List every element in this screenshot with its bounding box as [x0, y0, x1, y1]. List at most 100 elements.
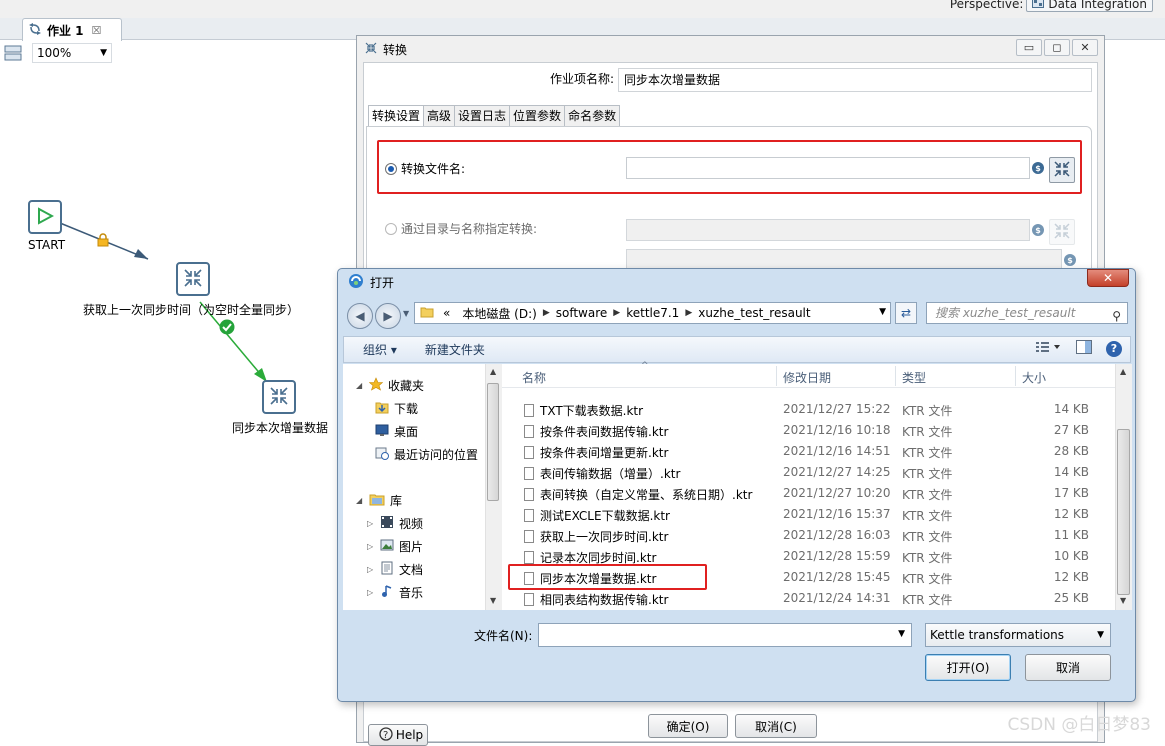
nav-music[interactable]: ▷ 音乐 — [367, 584, 423, 601]
expand-icon[interactable]: ◢ — [356, 381, 364, 390]
file-row[interactable]: 测试EXCLE下载数据.ktr 2021/12/16 15:37 KTR 文件 … — [502, 504, 1115, 525]
zoom-select[interactable]: 100% ▼ — [32, 43, 112, 63]
nav-pictures[interactable]: ▷ 图片 — [367, 538, 423, 555]
file-row[interactable]: 按条件表间增量更新.ktr 2021/12/16 14:51 KTR 文件 28… — [502, 441, 1115, 462]
browse-repository-button[interactable] — [1049, 219, 1075, 245]
chevron-right-icon[interactable]: ▶ — [613, 308, 620, 318]
name-input[interactable] — [626, 249, 1062, 269]
breadcrumb-drive[interactable]: 本地磁盘 (D:) — [456, 305, 542, 322]
maximize-button[interactable]: ◻ — [1044, 39, 1070, 56]
file-row[interactable]: 相同表结构数据传输.ktr 2021/12/24 14:31 KTR 文件 25… — [502, 588, 1115, 609]
collapse-icon[interactable]: ▷ — [367, 542, 375, 551]
column-size[interactable]: 大小 — [1022, 369, 1046, 386]
file-size: 12 KB — [1053, 570, 1089, 584]
scroll-up-icon[interactable]: ▲ — [490, 367, 496, 376]
filetype-select[interactable]: Kettle transformations ▼ — [925, 623, 1111, 647]
collapse-icon[interactable]: ▷ — [367, 519, 375, 528]
dialog-title: 转换 — [383, 42, 408, 57]
nav-videos[interactable]: ▷ 视频 — [367, 515, 423, 532]
file-row[interactable]: 表间转换（自定义常量、系统日期）.ktr 2021/12/27 10:20 KT… — [502, 483, 1115, 504]
file-row[interactable]: 获取上一次同步时间.ktr 2021/12/28 16:03 KTR 文件 11… — [502, 525, 1115, 546]
start-node[interactable] — [28, 200, 62, 234]
column-divider[interactable] — [1015, 366, 1016, 386]
close-button[interactable]: ✕ — [1087, 269, 1129, 287]
transformation-icon — [269, 386, 289, 409]
open-button[interactable]: 打开(O) — [925, 654, 1011, 681]
directory-input[interactable] — [626, 219, 1030, 241]
radio-directory[interactable]: 通过目录与名称指定转换: — [385, 220, 537, 237]
address-prefix[interactable]: « — [437, 306, 456, 320]
column-divider[interactable] — [776, 366, 777, 386]
forward-button[interactable]: ▶ — [375, 303, 401, 329]
nav-documents[interactable]: ▷ 文档 — [367, 561, 423, 578]
scroll-up-icon[interactable]: ▲ — [1120, 367, 1126, 376]
nav-recent[interactable]: 最近访问的位置 — [375, 446, 478, 463]
column-date[interactable]: 修改日期 — [783, 369, 831, 386]
file-row[interactable]: TXT下载表数据.ktr 2021/12/27 15:22 KTR 文件 14 … — [502, 399, 1115, 420]
column-type[interactable]: 类型 — [902, 369, 926, 386]
scroll-down-icon[interactable]: ▼ — [490, 596, 496, 605]
zoom-value: 100% — [37, 46, 72, 60]
help-icon[interactable]: ? — [1106, 340, 1122, 357]
jobname-input[interactable]: 同步本次增量数据 — [618, 68, 1092, 92]
tab-advanced[interactable]: 高级 — [423, 105, 456, 127]
file-date: 2021/12/16 14:51 — [783, 444, 891, 458]
collapse-icon[interactable]: ▷ — [367, 588, 375, 597]
collapse-icon[interactable]: ▷ — [367, 565, 375, 574]
file-list-scroll-thumb[interactable] — [1117, 429, 1130, 595]
file-name: 测试EXCLE下载数据.ktr — [540, 509, 670, 523]
tab-transformation-settings[interactable]: 转换设置 — [368, 105, 425, 128]
sync-increment-node[interactable] — [262, 380, 296, 414]
perspective-button[interactable]: Data Integration — [1026, 0, 1153, 12]
address-bar[interactable]: « 本地磁盘 (D:) ▶ software ▶ kettle7.1 ▶ xuz… — [414, 302, 891, 324]
nav-scroll-thumb[interactable] — [487, 383, 499, 501]
expand-icon[interactable]: ◢ — [356, 496, 364, 505]
grid-icon[interactable] — [4, 45, 22, 61]
tab-close-icon[interactable]: ☒ — [92, 24, 102, 37]
file-row[interactable]: 表间传输数据（增量）.ktr 2021/12/27 14:25 KTR 文件 1… — [502, 462, 1115, 483]
chevron-down-icon[interactable]: ▼ — [879, 307, 886, 317]
back-button[interactable]: ◀ — [347, 303, 373, 329]
search-input[interactable]: 搜索 xuzhe_test_resault ⚲ — [926, 302, 1128, 324]
close-button[interactable]: ✕ — [1072, 39, 1098, 56]
scroll-down-icon[interactable]: ▼ — [1120, 596, 1126, 605]
nav-libraries[interactable]: ◢ 库 — [356, 492, 402, 509]
tab-logging[interactable]: 设置日志 — [454, 105, 511, 127]
chevron-right-icon[interactable]: ▶ — [543, 308, 550, 318]
get-last-sync-node[interactable] — [176, 262, 210, 296]
open-cancel-button[interactable]: 取消 — [1025, 654, 1111, 681]
tab-positional-params[interactable]: 位置参数 — [509, 105, 566, 127]
nav-desktop[interactable]: 桌面 — [375, 423, 418, 440]
nav-downloads[interactable]: 下载 — [375, 400, 418, 417]
star-icon — [368, 377, 384, 394]
search-icon[interactable]: ⚲ — [1112, 306, 1121, 326]
chevron-down-icon[interactable]: ▼ — [1097, 624, 1104, 646]
file-size: 28 KB — [1053, 444, 1089, 458]
refresh-icon: ⇄ — [900, 306, 912, 320]
file-row[interactable]: 按条件表间数据传输.ktr 2021/12/16 10:18 KTR 文件 27… — [502, 420, 1115, 441]
preview-pane-icon[interactable] — [1076, 340, 1092, 357]
tab-job-1[interactable]: 作业 1 ☒ — [22, 18, 122, 41]
chevron-down-icon[interactable]: ▼ — [898, 629, 905, 639]
chevron-right-icon[interactable]: ▶ — [685, 308, 692, 318]
radio-unselected[interactable] — [385, 222, 397, 235]
breadcrumb-folder[interactable]: xuzhe_test_resault — [692, 306, 816, 320]
file-size: 17 KB — [1053, 486, 1089, 500]
view-options-icon[interactable] — [1036, 341, 1062, 356]
file-icon — [524, 425, 534, 438]
ok-button[interactable]: 确定(O) — [648, 714, 728, 738]
breadcrumb-software[interactable]: software — [550, 306, 614, 320]
minimize-button[interactable]: ▭ — [1016, 39, 1042, 56]
organize-button[interactable]: 组织 ▾ — [344, 341, 397, 358]
help-icon: ? — [379, 726, 393, 744]
refresh-button[interactable]: ⇄ — [895, 302, 917, 324]
cancel-button[interactable]: 取消(C) — [735, 714, 817, 738]
new-folder-button[interactable]: 新建文件夹 — [397, 341, 485, 358]
column-divider[interactable] — [895, 366, 896, 386]
tab-named-params[interactable]: 命名参数 — [564, 105, 621, 127]
column-name[interactable]: 名称 — [522, 369, 546, 386]
filename-combobox[interactable]: ▼ — [538, 623, 912, 647]
breadcrumb-kettle[interactable]: kettle7.1 — [620, 306, 685, 320]
nav-favorites[interactable]: ◢ 收藏夹 — [356, 377, 424, 394]
recent-locations-dropdown[interactable]: ▼ — [403, 309, 409, 318]
